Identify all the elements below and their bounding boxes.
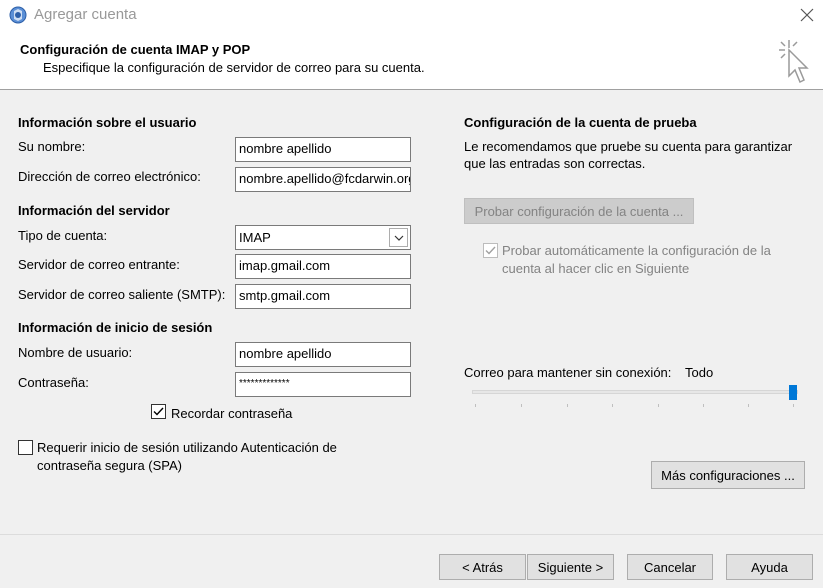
remember-password-checkbox[interactable]	[151, 404, 166, 419]
email-input[interactable]: nombre.apellido@fcdarwin.org	[235, 167, 411, 192]
test-desc-line2: que las entradas son correctas.	[464, 156, 646, 171]
close-icon	[800, 8, 813, 22]
header-subtitle: Especifique la configuración de servidor…	[43, 60, 425, 75]
username-label: Nombre de usuario:	[18, 345, 133, 360]
outlook-app-icon	[8, 5, 28, 25]
username-input[interactable]: nombre apellido	[235, 342, 411, 367]
outgoing-server-label: Servidor de correo saliente (SMTP):	[18, 287, 226, 302]
cursor-click-icon	[775, 36, 815, 86]
name-input[interactable]: nombre apellido	[235, 137, 411, 162]
incoming-server-label: Servidor de correo entrante:	[18, 257, 180, 272]
account-type-value: IMAP	[239, 230, 271, 245]
window-title: Agregar cuenta	[34, 6, 137, 23]
email-label: Dirección de correo electrónico:	[18, 169, 201, 184]
cancel-button[interactable]: Cancelar	[627, 554, 713, 580]
account-type-select[interactable]: IMAP	[235, 225, 411, 250]
close-button[interactable]	[790, 0, 823, 30]
outgoing-server-input[interactable]: smtp.gmail.com	[235, 284, 411, 309]
slider-tick	[521, 404, 522, 407]
slider-tick	[793, 404, 794, 407]
offline-slider-thumb[interactable]	[789, 385, 797, 400]
auto-test-label-line1: Probar automáticamente la configuración …	[502, 243, 771, 258]
slider-tick	[658, 404, 659, 407]
offline-slider-track[interactable]	[472, 390, 798, 394]
back-button[interactable]: < Atrás	[439, 554, 526, 580]
auto-test-label-line2: cuenta al hacer clic en Siguiente	[502, 261, 690, 276]
account-type-label: Tipo de cuenta:	[18, 228, 108, 243]
slider-tick	[703, 404, 704, 407]
offline-mail-value: Todo	[685, 365, 714, 380]
header-title: Configuración de cuenta IMAP y POP	[20, 42, 251, 57]
next-button[interactable]: Siguiente >	[527, 554, 614, 580]
login-info-heading: Información de inicio de sesión	[18, 320, 213, 335]
password-input[interactable]: *************	[235, 372, 411, 397]
chevron-down-icon[interactable]	[389, 228, 408, 247]
name-label: Su nombre:	[18, 139, 86, 154]
more-settings-button[interactable]: Más configuraciones ...	[651, 461, 805, 489]
title-bar: Agregar cuenta	[0, 0, 823, 30]
slider-tick	[612, 404, 613, 407]
server-info-heading: Información del servidor	[18, 203, 170, 218]
slider-tick	[475, 404, 476, 407]
offline-mail-label: Correo para mantener sin conexión:	[464, 365, 672, 380]
test-settings-heading: Configuración de la cuenta de prueba	[464, 115, 697, 130]
spa-label-line1: Requerir inicio de sesión utilizando Aut…	[37, 440, 337, 455]
user-info-heading: Información sobre el usuario	[18, 115, 197, 130]
spa-label-line2: contraseña segura (SPA)	[37, 458, 182, 473]
auto-test-checkbox[interactable]	[483, 243, 498, 258]
incoming-server-input[interactable]: imap.gmail.com	[235, 254, 411, 279]
password-label: Contraseña:	[18, 375, 89, 390]
footer-divider	[0, 534, 823, 535]
spa-checkbox[interactable]	[18, 440, 33, 455]
test-desc-line1: Le recomendamos que pruebe su cuenta par…	[464, 139, 793, 154]
dialog-header: Configuración de cuenta IMAP y POP Espec…	[0, 30, 823, 90]
remember-password-label: Recordar contraseña	[171, 406, 293, 421]
checkmark-icon	[153, 407, 164, 416]
help-button[interactable]: Ayuda	[726, 554, 813, 580]
checkmark-icon	[485, 246, 496, 255]
slider-tick	[748, 404, 749, 407]
test-account-button[interactable]: Probar configuración de la cuenta ...	[464, 198, 694, 224]
slider-tick	[567, 404, 568, 407]
